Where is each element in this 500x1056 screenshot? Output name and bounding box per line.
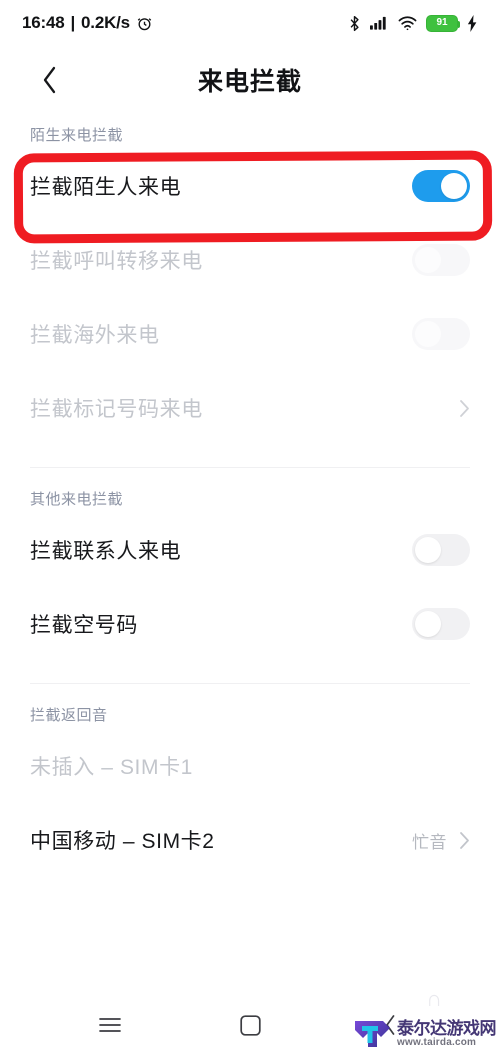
status-bar: 16:48 | 0.2K/s 91 xyxy=(0,0,500,46)
row-label: 拦截联系人来电 xyxy=(30,540,182,563)
watermark-text: 泰尔达游戏网 www.tairda.com xyxy=(397,1018,497,1048)
row-label: 拦截呼叫转移来电 xyxy=(30,250,203,273)
battery-icon: 91 xyxy=(426,14,460,32)
row-block-stranger-calls[interactable]: 拦截陌生人来电 xyxy=(0,149,500,223)
title-bar: 来电拦截 xyxy=(0,46,500,114)
status-network-speed: 0.2K/s xyxy=(81,13,130,32)
nav-home-button[interactable] xyxy=(220,994,280,1056)
charging-bolt-icon xyxy=(467,14,478,32)
row-label: 拦截空号码 xyxy=(30,614,138,637)
toggle-block-overseas-calls[interactable] xyxy=(412,318,470,350)
row-label: 拦截海外来电 xyxy=(30,324,160,347)
wifi-icon xyxy=(398,15,417,31)
tairda-t-logo-icon xyxy=(355,1021,390,1047)
toggle-block-stranger-calls[interactable] xyxy=(412,170,470,202)
status-bar-right: 91 xyxy=(348,14,478,32)
row-sim1[interactable]: 未插入 – SIM卡1 xyxy=(0,729,500,803)
row-block-overseas-calls[interactable]: 拦截海外来电 xyxy=(0,297,500,371)
row-sim2[interactable]: 中国移动 – SIM卡2 忙音 xyxy=(0,803,500,877)
toggle-knob xyxy=(415,611,441,637)
chevron-right-icon xyxy=(460,399,469,417)
toggle-knob xyxy=(441,173,467,199)
row-control: 忙音 xyxy=(412,828,470,853)
row-label: 中国移动 – SIM卡2 xyxy=(30,830,215,853)
section-header-strangers: 陌生来电拦截 xyxy=(30,127,124,144)
phone-screen: 16:48 | 0.2K/s 91 来电拦截 陌生来电拦截 拦截陌生人来电 拦截… xyxy=(0,0,500,1056)
home-square-icon xyxy=(239,1014,261,1036)
toggle-block-forwarded-calls[interactable] xyxy=(412,244,470,276)
row-control xyxy=(459,399,470,418)
row-label: 未插入 – SIM卡1 xyxy=(30,756,193,779)
settings-list: 陌生来电拦截 拦截陌生人来电 拦截呼叫转移来电 拦截海外来电 拦截标记号码来电 xyxy=(0,114,500,877)
row-block-tagged-numbers[interactable]: 拦截标记号码来电 xyxy=(0,371,500,445)
watermark-ghost-mark: ∩ xyxy=(426,986,442,1011)
chevron-right-icon xyxy=(460,831,469,849)
toggle-block-empty-numbers[interactable] xyxy=(412,608,470,640)
battery-level: 91 xyxy=(436,17,448,28)
status-separator: | xyxy=(70,13,76,32)
bluetooth-icon xyxy=(348,15,361,32)
status-bar-left: 16:48 | 0.2K/s xyxy=(22,13,153,33)
section-divider-2 xyxy=(30,683,470,684)
page-title: 来电拦截 xyxy=(197,68,302,96)
toggle-block-contact-calls[interactable] xyxy=(412,534,470,566)
row-control xyxy=(412,608,470,640)
section-header-return-tone: 拦截返回音 xyxy=(30,707,108,724)
section-header-others: 其他来电拦截 xyxy=(30,491,124,508)
toggle-knob xyxy=(415,247,441,273)
row-control xyxy=(412,318,470,350)
row-control xyxy=(412,534,470,566)
row-block-empty-numbers[interactable]: 拦截空号码 xyxy=(0,587,500,661)
toggle-knob xyxy=(415,321,441,347)
alarm-clock-icon xyxy=(136,15,153,32)
site-watermark: 泰尔达游戏网 www.tairda.com xyxy=(352,1016,497,1052)
row-label: 拦截标记号码来电 xyxy=(30,398,203,421)
row-control xyxy=(412,170,470,202)
watermark-site-url: www.tairda.com xyxy=(397,1036,477,1048)
toggle-knob xyxy=(415,537,441,563)
row-value-sim2: 忙音 xyxy=(412,832,447,852)
row-label: 拦截陌生人来电 xyxy=(30,176,182,199)
nav-recent-apps-button[interactable] xyxy=(80,994,140,1056)
row-block-contact-calls[interactable]: 拦截联系人来电 xyxy=(0,513,500,587)
status-time: 16:48 xyxy=(22,13,65,32)
recent-apps-icon xyxy=(99,1018,121,1032)
cellular-signal-icon xyxy=(370,16,389,30)
watermark-site-name: 泰尔达游戏网 xyxy=(397,1018,497,1038)
section-divider-1 xyxy=(30,467,470,468)
row-control xyxy=(412,244,470,276)
row-block-forwarded-calls[interactable]: 拦截呼叫转移来电 xyxy=(0,223,500,297)
